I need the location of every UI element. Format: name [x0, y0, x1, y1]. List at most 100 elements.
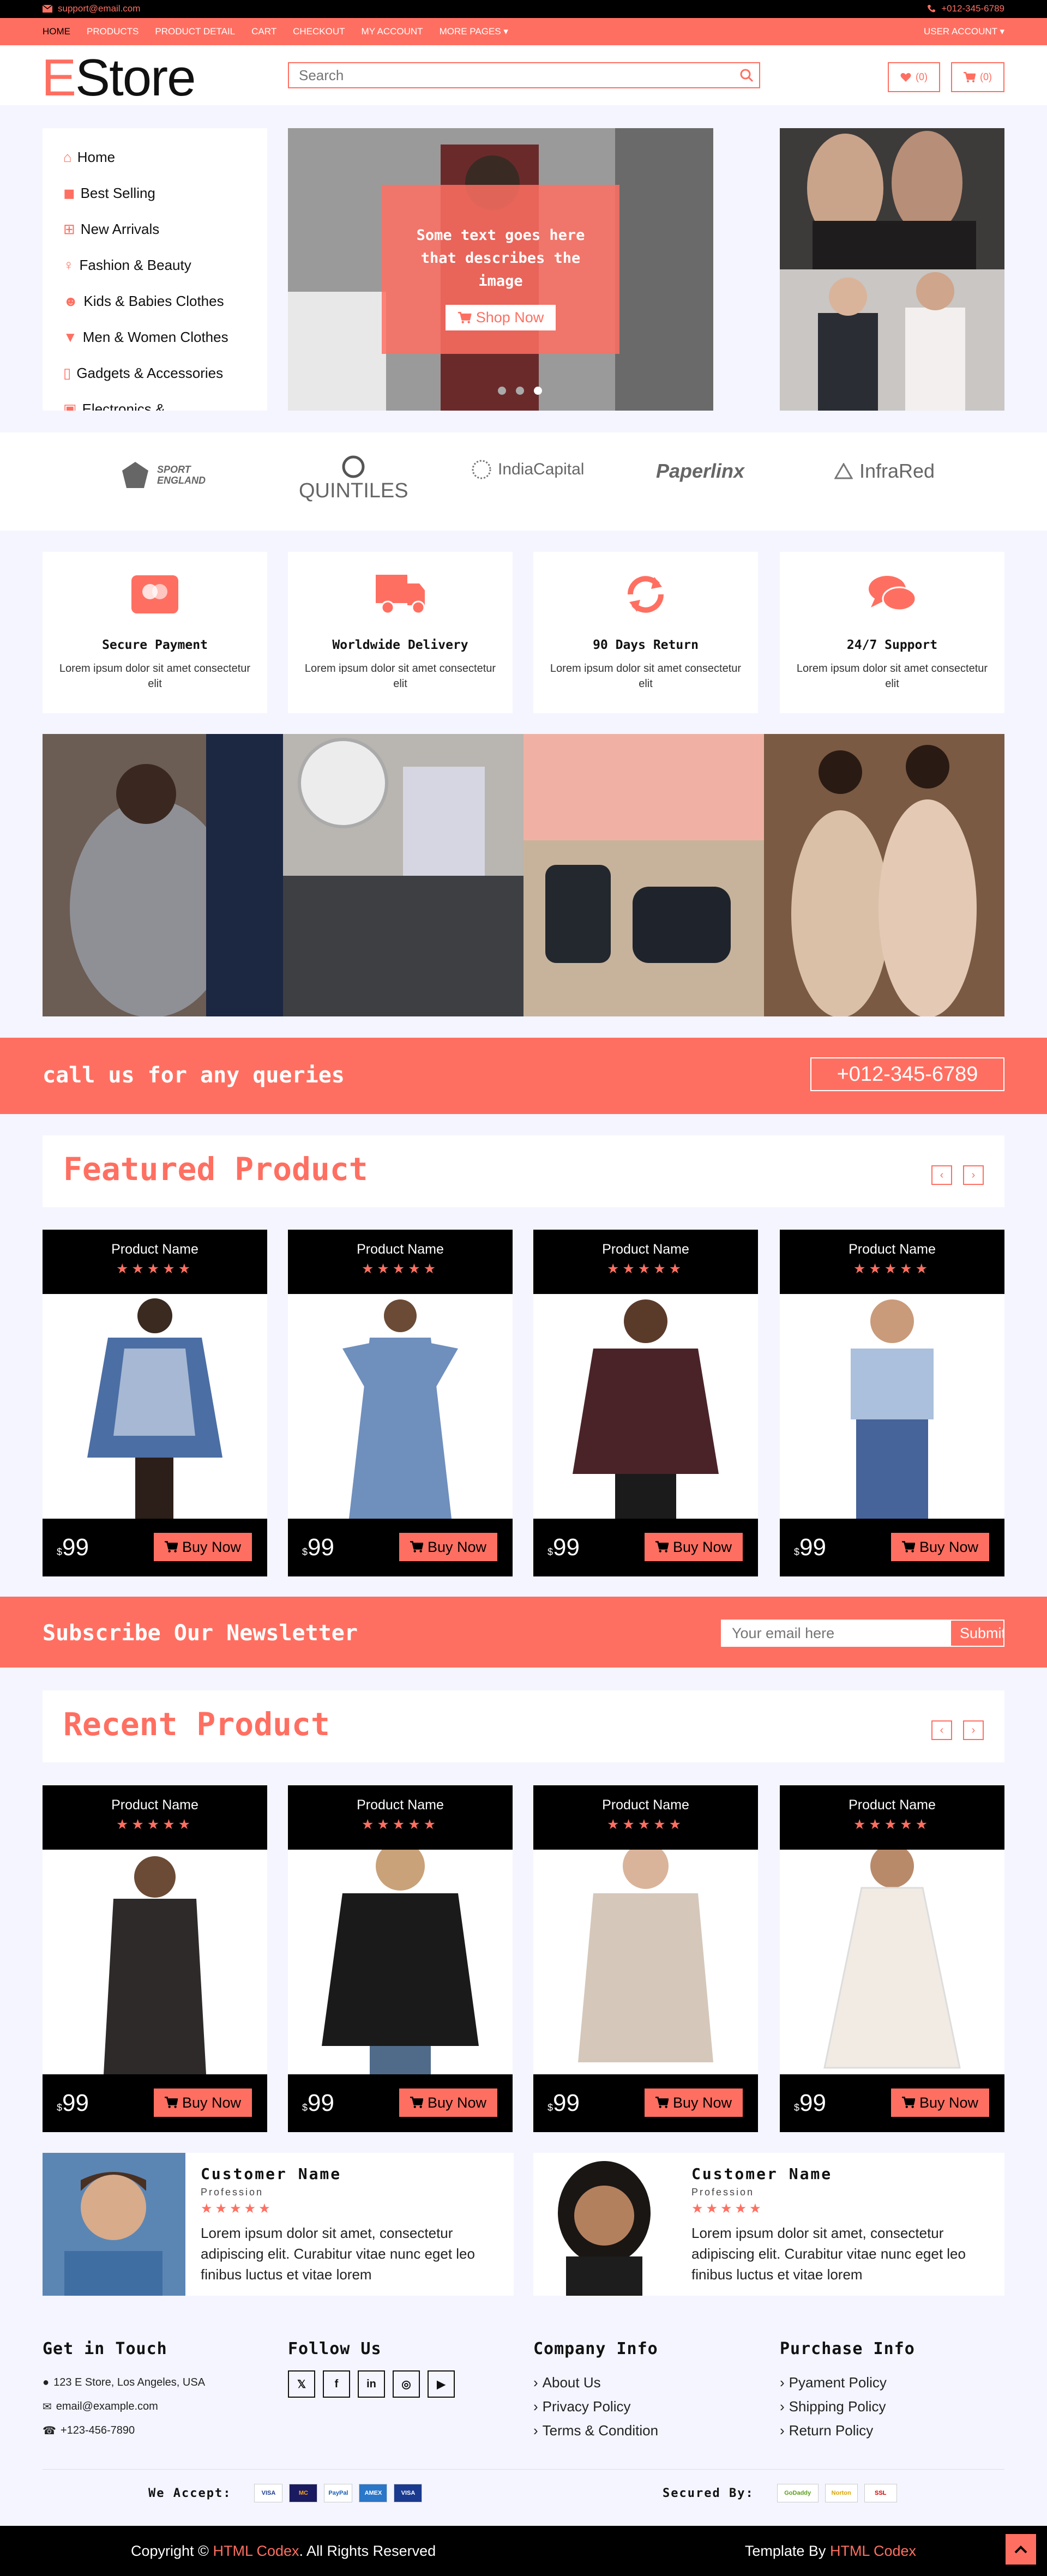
- nav-products[interactable]: Products: [87, 26, 139, 37]
- prev-arrow-icon[interactable]: ‹: [931, 1720, 952, 1740]
- nav-product-detail[interactable]: Product Detail: [155, 26, 235, 37]
- product-card[interactable]: Product Name ★★★★★ $99 Buy Now: [288, 1785, 513, 2132]
- category-gallery: [43, 734, 1004, 1016]
- gallery-image-cosmetics[interactable]: [283, 734, 524, 1016]
- buy-now-button[interactable]: Buy Now: [154, 1533, 252, 1561]
- sidebar-item-kids-clothes[interactable]: ☻ Kids & Babies Clothes: [43, 283, 267, 319]
- footer-link-return[interactable]: › Return Policy: [780, 2418, 1004, 2442]
- buy-now-button[interactable]: Buy Now: [891, 2089, 989, 2117]
- buy-now-button[interactable]: Buy Now: [154, 2089, 252, 2117]
- sidebar-item-gadgets[interactable]: ▯ Gadgets & Accessories: [43, 355, 267, 391]
- sidebar-item-fashion-beauty[interactable]: ♀ Fashion & Beauty: [43, 247, 267, 283]
- cart-icon: [901, 1541, 915, 1552]
- footer-link-shipping[interactable]: › Shipping Policy: [780, 2394, 1004, 2418]
- hero-carousel[interactable]: Some text goes here that describes the i…: [288, 128, 713, 411]
- buy-now-button[interactable]: Buy Now: [645, 2089, 743, 2117]
- product-card[interactable]: Product Name ★★★★★ $99 Buy Now: [780, 1785, 1004, 2132]
- brand-logo-paperlinx[interactable]: Paperlinx: [656, 460, 744, 483]
- newsletter-email-input[interactable]: [721, 1620, 950, 1647]
- nav-my-account[interactable]: My Account: [362, 26, 423, 37]
- product-name[interactable]: Product Name: [780, 1797, 1004, 1813]
- nav-cart[interactable]: Cart: [251, 26, 276, 37]
- product-card[interactable]: Product Name ★★★★★ $99 Buy Now: [780, 1230, 1004, 1576]
- product-name[interactable]: Product Name: [533, 1242, 758, 1257]
- side-image-women[interactable]: [780, 128, 1004, 269]
- buy-now-button[interactable]: Buy Now: [645, 1533, 743, 1561]
- product-image[interactable]: [780, 1850, 1004, 2074]
- product-card[interactable]: Product Name ★★★★★ $99 Buy Now: [43, 1785, 267, 2132]
- product-name[interactable]: Product Name: [288, 1797, 513, 1813]
- product-card[interactable]: Product Name ★★★★★ $99 Buy Now: [288, 1230, 513, 1576]
- buy-now-button[interactable]: Buy Now: [399, 1533, 497, 1561]
- search-icon[interactable]: [739, 68, 754, 82]
- product-card[interactable]: Product Name ★★★★★ $99 Buy Now: [533, 1785, 758, 2132]
- gallery-image-gadgets[interactable]: [524, 734, 764, 1016]
- linkedin-icon[interactable]: in: [358, 2370, 385, 2398]
- buy-now-button[interactable]: Buy Now: [891, 1533, 989, 1561]
- brand-logo-quintiles[interactable]: QUINTILES: [299, 454, 408, 503]
- footer-link-payment[interactable]: › Pyament Policy: [780, 2370, 1004, 2394]
- footer-link-privacy[interactable]: › Privacy Policy: [533, 2394, 758, 2418]
- product-card[interactable]: Product Name ★★★★★ $99 Buy Now: [43, 1230, 267, 1576]
- sidebar-item-new-arrivals[interactable]: ⊞ New Arrivals: [43, 211, 267, 247]
- brand-logo-indiacapital[interactable]: IndiaCapital: [472, 460, 584, 479]
- product-image[interactable]: [533, 1294, 758, 1519]
- footer-email[interactable]: ✉ email@example.com: [43, 2394, 267, 2418]
- facebook-icon[interactable]: f: [323, 2370, 350, 2398]
- product-name[interactable]: Product Name: [288, 1242, 513, 1257]
- nav-checkout[interactable]: Checkout: [293, 26, 345, 37]
- shop-now-button[interactable]: Shop Now: [445, 305, 556, 330]
- instagram-icon[interactable]: ◎: [393, 2370, 420, 2398]
- topbar-phone[interactable]: +012-345-6789: [927, 3, 1004, 14]
- product-image[interactable]: [43, 1294, 267, 1519]
- template-link[interactable]: HTML Codex: [830, 2543, 916, 2559]
- product-image[interactable]: [533, 1850, 758, 2074]
- sidebar-item-home[interactable]: ⌂ Home: [43, 139, 267, 175]
- accept-label: We Accept:: [148, 2486, 232, 2500]
- cart-button[interactable]: (0): [951, 62, 1004, 92]
- twitter-icon[interactable]: 𝕏: [288, 2370, 315, 2398]
- gallery-image-sweater[interactable]: [43, 734, 283, 1016]
- logo[interactable]: EStore: [41, 51, 196, 105]
- product-name[interactable]: Product Name: [533, 1797, 758, 1813]
- wishlist-button[interactable]: (0): [888, 62, 940, 92]
- footer-link-about[interactable]: › About Us: [533, 2370, 758, 2394]
- sidebar-item-best-selling[interactable]: ◼ Best Selling: [43, 175, 267, 211]
- chevron-right-icon: ›: [780, 2398, 785, 2415]
- footer-link-terms[interactable]: › Terms & Condition: [533, 2418, 758, 2442]
- back-to-top-button[interactable]: [1006, 2534, 1036, 2565]
- nav-home[interactable]: Home: [43, 26, 70, 37]
- sidebar-item-electronics[interactable]: ▣ Electronics &: [43, 391, 267, 411]
- footer-phone[interactable]: ☎ +123-456-7890: [43, 2418, 267, 2442]
- side-image-kids[interactable]: [780, 269, 1004, 411]
- envelope-icon: [43, 5, 52, 13]
- sidebar-item-men-women-clothes[interactable]: ▼ Men & Women Clothes: [43, 319, 267, 355]
- newsletter-submit-button[interactable]: Submit: [950, 1620, 1004, 1647]
- nav-more-pages[interactable]: More Pages ▾: [440, 26, 508, 37]
- call-phone-button[interactable]: +012-345-6789: [810, 1057, 1004, 1091]
- carousel-dot[interactable]: [498, 387, 506, 395]
- search-input[interactable]: [289, 63, 725, 87]
- price-value: 99: [308, 2090, 334, 2116]
- prev-arrow-icon[interactable]: ‹: [931, 1165, 952, 1185]
- brand-logo-sport-england[interactable]: SPORT ENGLAND: [120, 460, 217, 490]
- product-image[interactable]: [43, 1850, 267, 2074]
- product-image[interactable]: [288, 1294, 513, 1519]
- product-name[interactable]: Product Name: [43, 1242, 267, 1257]
- product-image[interactable]: [288, 1850, 513, 2074]
- brand-logo-infrared[interactable]: InfraRed: [834, 460, 935, 483]
- next-arrow-icon[interactable]: ›: [963, 1165, 984, 1185]
- copyright-link[interactable]: HTML Codex: [213, 2543, 299, 2559]
- product-name[interactable]: Product Name: [43, 1797, 267, 1813]
- carousel-dot-active[interactable]: [534, 387, 542, 395]
- next-arrow-icon[interactable]: ›: [963, 1720, 984, 1740]
- user-account-dropdown[interactable]: User Account ▾: [924, 26, 1004, 37]
- product-card[interactable]: Product Name ★★★★★ $99 Buy Now: [533, 1230, 758, 1576]
- youtube-icon[interactable]: ▶: [428, 2370, 455, 2398]
- product-image[interactable]: [780, 1294, 1004, 1519]
- buy-now-button[interactable]: Buy Now: [399, 2089, 497, 2117]
- topbar-email[interactable]: support@email.com: [43, 3, 140, 14]
- gallery-image-dresses[interactable]: [764, 734, 1004, 1016]
- carousel-dot[interactable]: [516, 387, 524, 395]
- product-name[interactable]: Product Name: [780, 1242, 1004, 1257]
